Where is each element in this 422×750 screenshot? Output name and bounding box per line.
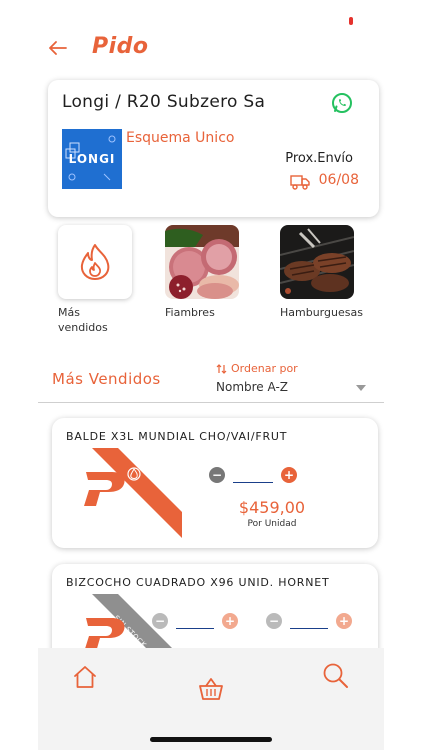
next-shipment-label: Prox.Envío xyxy=(285,151,353,166)
client-name: Longi / R20 Subzero Sa xyxy=(62,92,266,112)
product-title: BIZCOCHO CUADRADO X96 UNID. HORNET xyxy=(66,576,330,589)
scheme-label: Esquema Unico xyxy=(126,130,235,146)
sort-underline xyxy=(38,402,384,403)
plus-icon[interactable]: + xyxy=(222,613,238,629)
screen: Pido Longi / R20 Subzero Sa LONGI Esquem… xyxy=(0,0,422,750)
minus-icon[interactable]: − xyxy=(152,613,168,629)
sort-icon xyxy=(216,363,227,374)
quantity-input[interactable] xyxy=(233,467,273,483)
minus-icon[interactable]: − xyxy=(209,467,225,483)
client-card[interactable]: Longi / R20 Subzero Sa LONGI Esquema Uni… xyxy=(48,80,379,217)
quantity-stepper[interactable]: − + xyxy=(152,613,238,629)
sort-select[interactable]: Nombre A-Z xyxy=(216,380,288,394)
quantity-input[interactable] xyxy=(290,613,328,629)
quantity-input[interactable] xyxy=(176,613,214,629)
category-label: Hamburguesas xyxy=(280,306,363,319)
product-card[interactable]: BALDE X3L MUNDIAL CHO/VAI/FRUT − + $459,… xyxy=(52,418,378,548)
chevron-down-icon[interactable] xyxy=(356,385,366,391)
category-label: Más vendidos xyxy=(58,306,108,334)
basket-icon[interactable] xyxy=(198,676,224,706)
category-label: Fiambres xyxy=(165,306,215,319)
client-thumbnail: LONGI xyxy=(62,129,122,189)
app-logo: Pido xyxy=(92,34,149,59)
cold-cuts-image xyxy=(165,225,239,299)
plus-icon[interactable]: + xyxy=(281,467,297,483)
burgers-image xyxy=(280,225,354,299)
home-indicator xyxy=(150,737,272,742)
back-arrow-icon[interactable] xyxy=(46,36,70,60)
minus-icon[interactable]: − xyxy=(266,613,282,629)
sort-by-label[interactable]: Ordenar por xyxy=(216,362,298,375)
product-price: $459,00 xyxy=(238,498,306,517)
search-icon[interactable] xyxy=(322,662,350,694)
truck-icon xyxy=(290,174,310,190)
sort-by-text: Ordenar por xyxy=(231,362,298,375)
bottom-navigation xyxy=(38,648,384,750)
quantity-stepper[interactable]: − + xyxy=(266,613,352,629)
category-hamburguesas[interactable]: Hamburguesas xyxy=(280,225,363,320)
section-title: Más Vendidos xyxy=(52,370,161,388)
home-icon[interactable] xyxy=(72,664,98,694)
category-row: Más vendidos Fiambres Hamburguesas xyxy=(0,225,422,340)
client-thumbnail-brand: LONGI xyxy=(68,152,116,166)
fire-icon xyxy=(58,225,132,299)
quantity-stepper[interactable]: − + xyxy=(209,467,297,483)
next-shipment-date: 06/08 xyxy=(318,172,359,188)
whatsapp-icon[interactable] xyxy=(331,92,353,114)
product-title: BALDE X3L MUNDIAL CHO/VAI/FRUT xyxy=(66,430,288,443)
product-logo xyxy=(78,450,142,514)
category-fiambres[interactable]: Fiambres xyxy=(165,225,239,320)
plus-icon[interactable]: + xyxy=(336,613,352,629)
header: Pido xyxy=(0,30,422,70)
product-unit: Por Unidad xyxy=(247,519,297,529)
category-mas-vendidos[interactable]: Más vendidos xyxy=(58,225,132,335)
status-indicator xyxy=(349,17,353,25)
